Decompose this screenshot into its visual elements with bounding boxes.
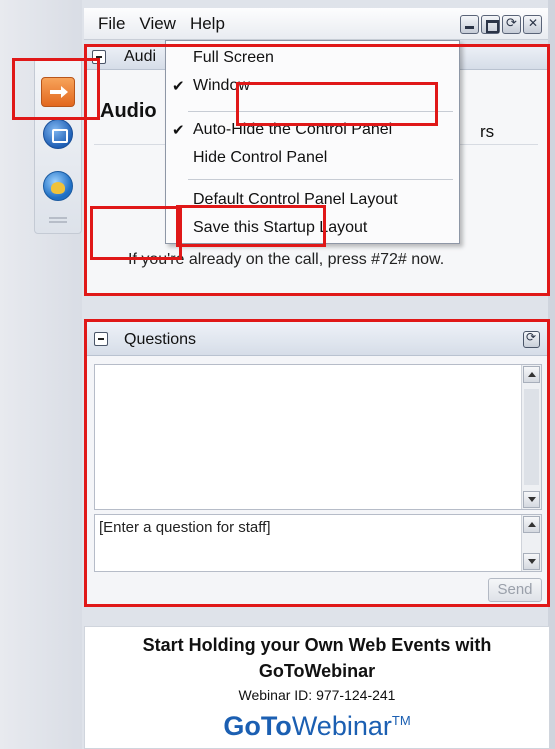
audio-partial-text: rs <box>480 122 495 141</box>
popout-icon[interactable] <box>523 330 540 348</box>
logo-trademark: TM <box>391 713 411 728</box>
screen-share-icon[interactable] <box>43 119 73 149</box>
logo-part-webinar: Webinar <box>291 711 392 741</box>
checkmark-icon: ✔ <box>172 122 185 139</box>
menu-item-label: Default Control Panel Layout <box>193 191 398 208</box>
undock-icon[interactable] <box>502 15 521 34</box>
menu-item-full-screen[interactable]: Full Screen <box>166 45 459 71</box>
promo-headline: Start Holding your Own Web Events with <box>142 635 492 655</box>
scroll-down-icon[interactable] <box>523 553 540 570</box>
menu-separator <box>188 179 453 180</box>
maximize-icon[interactable] <box>481 15 500 34</box>
collapse-icon[interactable] <box>92 50 106 64</box>
menu-item-label: Hide Control Panel <box>193 149 328 166</box>
menu-help[interactable]: Help <box>190 14 225 34</box>
menu-bar: File View Help <box>84 8 548 40</box>
menu-item-label: Window <box>193 77 250 94</box>
webinar-id: Webinar ID: 977-124-241 <box>238 687 396 703</box>
menu-item-default-layout[interactable]: Default Control Panel Layout <box>166 187 459 213</box>
gotowebinar-logo: GoToWebinarTM <box>85 711 549 742</box>
menu-file[interactable]: File <box>98 14 125 34</box>
scroll-thumb[interactable] <box>524 389 539 485</box>
menu-item-window[interactable]: ✔ Window <box>166 73 459 99</box>
question-input-placeholder: [Enter a question for staff] <box>99 519 271 536</box>
scroll-up-icon[interactable] <box>523 366 540 383</box>
logo-part-goto: GoTo <box>223 711 292 741</box>
menu-item-save-startup-layout[interactable]: Save this Startup Layout <box>166 215 459 241</box>
menu-separator <box>188 111 453 112</box>
menu-view[interactable]: View <box>139 14 176 34</box>
view-menu-dropdown: Full Screen ✔ Window ✔ Auto-Hide the Con… <box>165 40 460 244</box>
audio-instruction: If you're already on the call, press #72… <box>128 251 445 268</box>
globe-icon[interactable] <box>43 171 73 201</box>
promo-panel: Start Holding your Own Web Events with G… <box>84 626 550 749</box>
checkmark-icon: ✔ <box>172 78 185 95</box>
scroll-up-icon[interactable] <box>523 516 540 533</box>
menu-item-auto-hide[interactable]: ✔ Auto-Hide the Control Panel <box>166 117 459 143</box>
show-hide-panel-arrow-icon[interactable] <box>41 77 75 107</box>
minimize-icon[interactable] <box>460 15 479 34</box>
menu-item-label: Save this Startup Layout <box>193 219 368 236</box>
question-input[interactable]: [Enter a question for staff] <box>94 514 542 572</box>
questions-title: Questions <box>124 331 197 348</box>
send-button[interactable]: Send <box>488 578 542 602</box>
collapse-icon[interactable] <box>94 332 108 346</box>
menu-item-hide-control-panel[interactable]: Hide Control Panel <box>166 145 459 171</box>
left-grab-tab-toolbar <box>34 58 82 234</box>
questions-panel: Questions [Enter a question for staff] S… <box>84 322 548 604</box>
grip-handle-icon[interactable] <box>49 217 67 223</box>
menu-item-label: Auto-Hide the Control Panel <box>193 121 393 138</box>
scroll-down-icon[interactable] <box>523 491 540 508</box>
promo-product: GoToWebinar <box>258 661 376 681</box>
audio-header-title: Audi <box>124 48 157 65</box>
scrollbar[interactable] <box>521 515 541 571</box>
questions-panel-header[interactable]: Questions <box>84 322 548 356</box>
scrollbar[interactable] <box>521 365 541 509</box>
questions-log[interactable] <box>94 364 542 510</box>
audio-section-title: Audio <box>100 100 157 122</box>
close-icon[interactable] <box>523 15 542 34</box>
window-controls <box>460 15 542 34</box>
menu-item-label: Full Screen <box>193 49 274 66</box>
